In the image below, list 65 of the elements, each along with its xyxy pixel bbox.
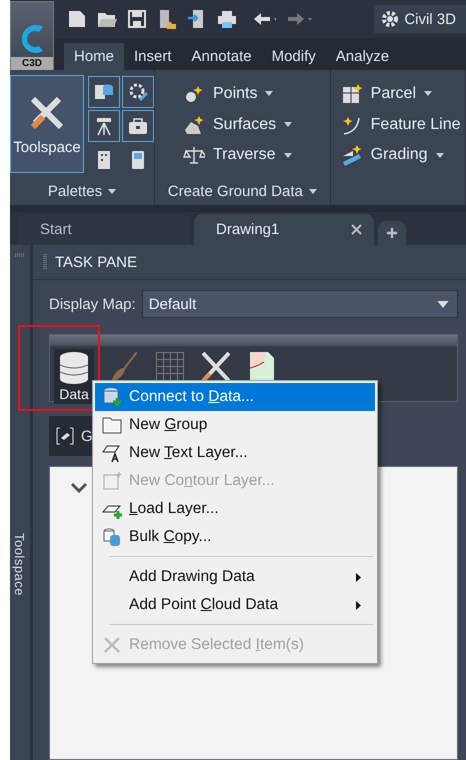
caret-icon bbox=[265, 91, 274, 96]
brush-icon bbox=[111, 352, 137, 382]
app-logo[interactable]: C3D bbox=[10, 1, 54, 71]
plus-icon bbox=[386, 227, 398, 239]
menu-item[interactable]: Load Layer... bbox=[95, 495, 375, 523]
settings-icon bbox=[380, 9, 400, 29]
field-label: Display Map: bbox=[49, 296, 136, 312]
parcel-icon bbox=[340, 82, 363, 105]
grading-icon bbox=[340, 144, 363, 166]
database-add-icon bbox=[101, 386, 123, 408]
chevron-icon[interactable] bbox=[70, 482, 88, 494]
workspace-switcher[interactable]: Civil 3D bbox=[374, 5, 466, 33]
menu-item[interactable]: Bulk Copy... bbox=[95, 523, 375, 551]
toolspace-button[interactable]: Toolspace bbox=[10, 75, 84, 173]
caret-icon bbox=[108, 188, 116, 194]
menu-item[interactable]: Add Point Cloud Data bbox=[95, 591, 375, 619]
strip-label: Toolspace bbox=[12, 532, 28, 596]
ribbon-item[interactable]: Points bbox=[183, 82, 330, 105]
new-tab-button[interactable] bbox=[378, 221, 406, 245]
display-map-dropdown[interactable]: Default bbox=[142, 290, 458, 318]
scale-icon bbox=[183, 144, 205, 166]
ribbon-item[interactable]: Parcel bbox=[340, 82, 465, 105]
grip-icon bbox=[15, 253, 25, 257]
app-logo-label: C3D bbox=[11, 57, 53, 70]
print-icon bbox=[216, 8, 238, 30]
close-icon[interactable] bbox=[351, 224, 362, 235]
pane-title: TASK PANE bbox=[55, 254, 137, 270]
toolspace-strip[interactable]: Toolspace bbox=[10, 245, 33, 760]
ribbon-item[interactable]: Traverse bbox=[183, 144, 330, 166]
palette-button[interactable] bbox=[122, 110, 154, 142]
surface-icon bbox=[183, 114, 205, 136]
settings-icon bbox=[127, 81, 149, 103]
panel-title[interactable]: Palettes bbox=[10, 177, 154, 205]
caret-icon bbox=[308, 188, 317, 194]
caret-icon bbox=[284, 122, 292, 127]
document-tab[interactable]: Drawing1 bbox=[194, 214, 374, 245]
save-icon bbox=[126, 8, 148, 30]
ribbon-tab[interactable]: Insert bbox=[124, 43, 182, 70]
tools-icon bbox=[202, 352, 230, 382]
menu-item[interactable]: Connect to Data... bbox=[95, 383, 375, 411]
ribbon-item[interactable]: Feature Line bbox=[340, 114, 465, 136]
palette-button[interactable] bbox=[88, 76, 120, 108]
palette-button[interactable] bbox=[122, 76, 154, 108]
copy-database-icon bbox=[101, 526, 123, 548]
caret-icon bbox=[284, 152, 292, 158]
document-tab[interactable]: Start bbox=[18, 214, 190, 245]
group-label: G bbox=[81, 428, 93, 444]
caret-icon bbox=[437, 300, 449, 308]
ribbon-tab[interactable]: Home bbox=[64, 43, 124, 70]
ribbon-item[interactable]: Grading bbox=[340, 144, 465, 166]
contour-layer-icon bbox=[101, 470, 123, 492]
ribbon-tab[interactable]: Annotate bbox=[182, 43, 262, 70]
toolbar-button[interactable]: Data bbox=[54, 349, 94, 404]
panel-title[interactable]: Create Ground Data bbox=[155, 177, 330, 205]
menu-item[interactable]: Add Drawing Data bbox=[95, 563, 375, 591]
tab-label: Drawing1 bbox=[216, 221, 280, 238]
ribbon-tab[interactable]: Modify bbox=[262, 43, 326, 70]
tab-label: Start bbox=[40, 221, 73, 238]
menu-item[interactable]: New Group bbox=[95, 411, 375, 439]
ribbon-tab[interactable]: Analyze bbox=[326, 43, 400, 70]
ribbon-item[interactable]: Surfaces bbox=[183, 114, 330, 136]
palette-button[interactable] bbox=[88, 110, 120, 142]
grip-icon bbox=[43, 254, 47, 270]
menu-item[interactable]: New Text Layer... bbox=[95, 439, 375, 467]
new-file-icon bbox=[66, 8, 88, 30]
